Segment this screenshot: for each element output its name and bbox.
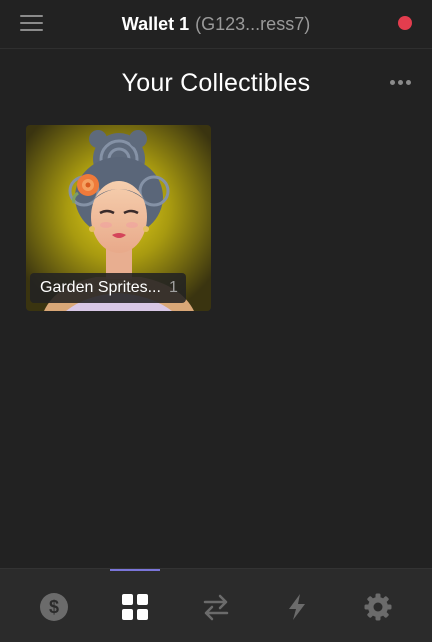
connection-status-dot	[398, 16, 412, 30]
grid-icon	[122, 594, 148, 620]
tab-balances[interactable]: $	[27, 569, 81, 642]
more-horizontal-icon[interactable]	[388, 80, 414, 88]
swap-arrows-icon	[203, 594, 229, 621]
collectible-count: 1	[168, 279, 178, 296]
wallet-selector[interactable]: Wallet 1 (G123...ress7)	[0, 12, 432, 36]
top-bar: Wallet 1 (G123...ress7)	[0, 0, 432, 49]
collectible-name: Garden Sprites...	[40, 279, 161, 296]
svg-text:$: $	[49, 597, 59, 617]
bottom-tab-bar: $	[0, 568, 432, 642]
active-tab-indicator	[110, 569, 160, 571]
gear-icon	[364, 593, 392, 621]
wallet-address: (G123...ress7)	[195, 14, 311, 34]
collectible-label: Garden Sprites... 1	[30, 273, 186, 303]
tab-collectibles[interactable]	[108, 569, 162, 642]
dollar-circle-icon: $	[40, 593, 68, 621]
tab-settings[interactable]	[351, 569, 405, 642]
page-title: Your Collectibles	[121, 69, 311, 97]
wallet-name: Wallet 1	[121, 14, 190, 34]
tab-swap[interactable]	[189, 569, 243, 642]
tab-activity[interactable]	[270, 569, 324, 642]
collectible-card[interactable]: Garden Sprites... 1	[26, 125, 211, 311]
wallet-app: Wallet 1 (G123...ress7) Your Collectibles	[0, 0, 432, 642]
lightning-bolt-icon	[289, 594, 305, 620]
